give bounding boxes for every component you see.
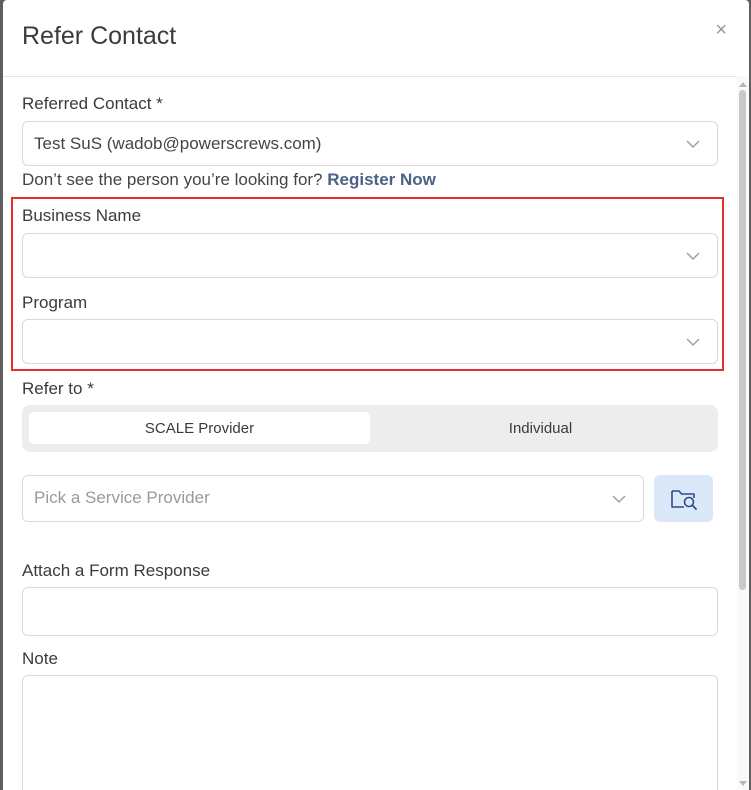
business-name-label: Business Name — [22, 206, 142, 225]
note-textarea[interactable] — [22, 675, 718, 790]
program-label: Program — [22, 293, 88, 312]
business-name-select[interactable] — [22, 233, 718, 278]
scrollbar-thumb[interactable] — [739, 90, 746, 590]
helper-text: Don’t see the person you’re looking for? — [22, 170, 323, 189]
chevron-down-icon — [686, 252, 700, 261]
referred-contact-label: Referred Contact * — [22, 94, 163, 113]
register-helper: Don’t see the person you’re looking for?… — [22, 170, 436, 190]
program-select[interactable] — [22, 319, 718, 364]
refer-to-toggle: SCALE Provider Individual — [22, 405, 718, 452]
scroll-up-arrow[interactable] — [739, 82, 747, 87]
register-now-link[interactable]: Register Now — [327, 170, 436, 189]
scrollbar[interactable] — [737, 76, 749, 790]
individual-option[interactable]: Individual — [370, 412, 711, 444]
modal-title: Refer Contact — [22, 22, 177, 50]
close-icon[interactable]: × — [715, 20, 727, 40]
service-provider-select[interactable]: Pick a Service Provider — [22, 475, 644, 522]
service-provider-placeholder: Pick a Service Provider — [34, 488, 210, 507]
form-response-label: Attach a Form Response — [22, 561, 211, 580]
form-response-input[interactable] — [22, 587, 718, 636]
note-label: Note — [22, 649, 58, 668]
refer-to-label: Refer to * — [22, 379, 94, 398]
scroll-down-arrow[interactable] — [739, 781, 747, 786]
folder-search-icon — [670, 489, 697, 510]
chevron-down-icon — [612, 495, 626, 504]
referred-contact-value: Test SuS (wadob@powerscrews.com) — [34, 134, 322, 153]
modal-header: Refer Contact × — [3, 0, 749, 77]
scale-provider-option[interactable]: SCALE Provider — [29, 412, 370, 444]
refer-contact-modal: Refer Contact × Referred Contact * Test … — [3, 0, 749, 790]
chevron-down-icon — [686, 338, 700, 347]
referred-contact-select[interactable]: Test SuS (wadob@powerscrews.com) — [22, 121, 718, 166]
chevron-down-icon — [686, 140, 700, 149]
folder-search-button[interactable] — [654, 475, 713, 522]
